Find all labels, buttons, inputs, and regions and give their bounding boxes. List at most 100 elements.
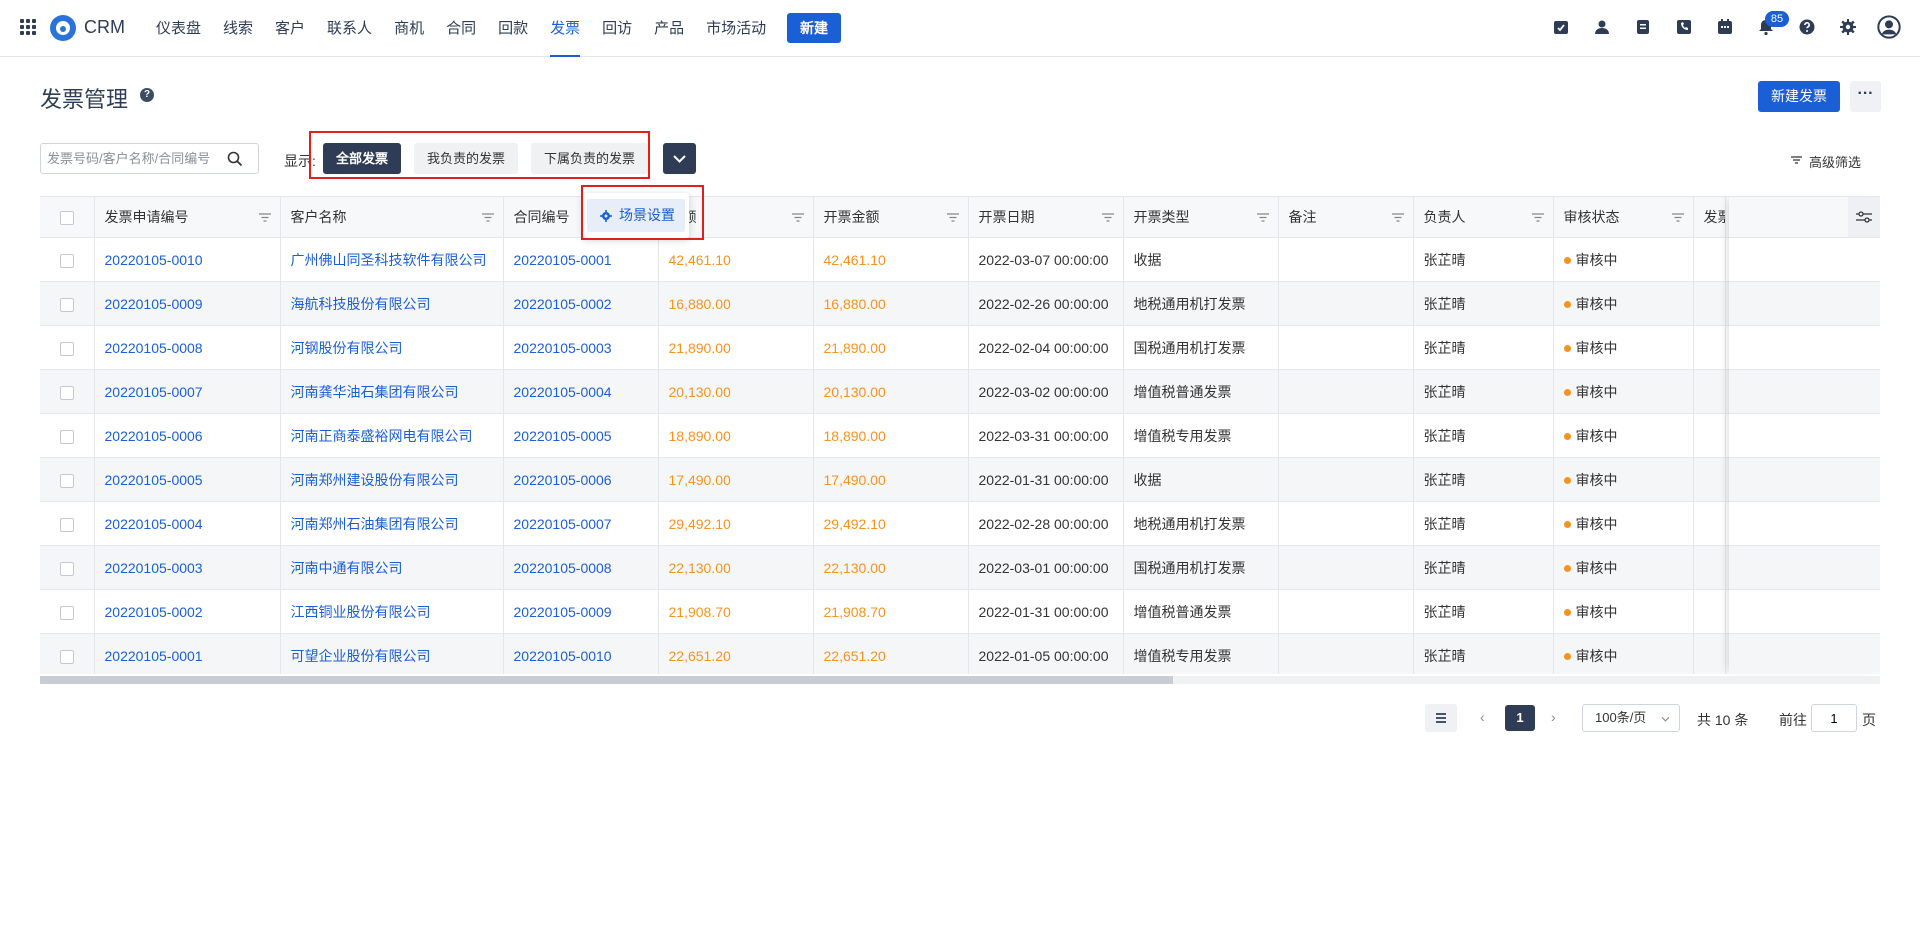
table-row[interactable]: 20220105-0004 河南郑州石油集团有限公司 20220105-0007 29…: [40, 501, 1880, 546]
cell-id[interactable]: 20220105-0002: [94, 589, 281, 634]
search-icon[interactable]: [226, 150, 244, 168]
customer-value[interactable]: 可望企业股份有限公司: [291, 648, 431, 664]
customer-value[interactable]: 河钢股份有限公司: [291, 340, 403, 356]
user-avatar-icon[interactable]: [1876, 14, 1902, 40]
nav-item-10[interactable]: 市场活动: [695, 0, 777, 57]
gear-icon[interactable]: [1835, 14, 1861, 40]
next-page-icon[interactable]: ›: [1551, 709, 1556, 725]
cell-id[interactable]: 20220105-0010: [94, 237, 281, 282]
row-checkbox[interactable]: [59, 605, 74, 620]
column-header-5[interactable]: 开票日期: [968, 196, 1124, 238]
cell-contract[interactable]: 20220105-0007: [503, 501, 659, 546]
advanced-filter-button[interactable]: 高级筛选: [1791, 152, 1861, 171]
id-value[interactable]: 20220105-0010: [105, 252, 203, 268]
cell-contract[interactable]: 20220105-0002: [503, 281, 659, 326]
cell-contract[interactable]: 20220105-0001: [503, 237, 659, 282]
nav-item-9[interactable]: 产品: [643, 0, 695, 57]
customer-value[interactable]: 河南郑州石油集团有限公司: [291, 516, 459, 532]
scene-dropdown-button[interactable]: [663, 143, 696, 174]
cell-contract[interactable]: 20220105-0006: [503, 457, 659, 502]
customer-value[interactable]: 广州佛山同圣科技软件有限公司: [291, 252, 487, 268]
column-header-0[interactable]: 发票申请编号: [94, 196, 281, 238]
nav-item-1[interactable]: 线索: [212, 0, 264, 57]
contract-value[interactable]: 20220105-0009: [514, 604, 612, 620]
column-filter-icon[interactable]: [1256, 213, 1269, 222]
cell-id[interactable]: 20220105-0003: [94, 545, 281, 590]
cell-customer[interactable]: 可望企业股份有限公司: [280, 633, 504, 674]
contract-value[interactable]: 20220105-0006: [514, 472, 612, 488]
phone-icon[interactable]: [1671, 14, 1697, 40]
help-icon[interactable]: ?: [140, 88, 154, 102]
contract-value[interactable]: 20220105-0003: [514, 340, 612, 356]
column-filter-icon[interactable]: [1531, 213, 1544, 222]
column-filter-icon[interactable]: [1671, 213, 1684, 222]
table-row[interactable]: 20220105-0006 河南正商泰盛裕网电有限公司 20220105-0005 1…: [40, 413, 1880, 458]
contract-value[interactable]: 20220105-0004: [514, 384, 612, 400]
column-header-1[interactable]: 客户名称: [280, 196, 504, 238]
nav-item-4[interactable]: 商机: [383, 0, 435, 57]
id-value[interactable]: 20220105-0005: [105, 472, 203, 488]
contract-value[interactable]: 20220105-0008: [514, 560, 612, 576]
customer-value[interactable]: 江西铜业股份有限公司: [291, 604, 431, 620]
customer-value[interactable]: 河南郑州建设股份有限公司: [291, 472, 459, 488]
table-row[interactable]: 20220105-0009 海航科技股份有限公司 20220105-0002 16,8…: [40, 281, 1880, 326]
page-size-select[interactable]: 100条/页: [1582, 704, 1680, 732]
contract-value[interactable]: 20220105-0002: [514, 296, 612, 312]
cell-id[interactable]: 20220105-0006: [94, 413, 281, 458]
row-checkbox[interactable]: [59, 297, 74, 312]
task-icon[interactable]: [1548, 14, 1574, 40]
cell-id[interactable]: 20220105-0005: [94, 457, 281, 502]
new-button[interactable]: 新建: [787, 13, 841, 43]
scrollbar-thumb[interactable]: [40, 676, 1173, 684]
scene-all-invoices[interactable]: 全部发票: [323, 143, 402, 174]
nav-item-3[interactable]: 联系人: [316, 0, 383, 57]
row-checkbox[interactable]: [59, 649, 74, 664]
nav-item-0[interactable]: 仪表盘: [145, 0, 212, 57]
cell-customer[interactable]: 河南龚华油石集团有限公司: [280, 369, 504, 414]
cell-contract[interactable]: 20220105-0004: [503, 369, 659, 414]
contract-value[interactable]: 20220105-0001: [514, 252, 612, 268]
table-row[interactable]: 20220105-0008 河钢股份有限公司 20220105-0003 21,890…: [40, 325, 1880, 370]
id-value[interactable]: 20220105-0001: [105, 648, 203, 664]
table-row[interactable]: 20220105-0002 江西铜业股份有限公司 20220105-0009 21,9…: [40, 589, 1880, 634]
cell-customer[interactable]: 河南郑州建设股份有限公司: [280, 457, 504, 502]
horizontal-scrollbar[interactable]: [40, 676, 1880, 684]
nav-item-7[interactable]: 发票: [539, 0, 591, 57]
scene-subordinate-invoices[interactable]: 下属负责的发票: [531, 143, 649, 174]
contract-value[interactable]: 20220105-0005: [514, 428, 612, 444]
id-value[interactable]: 20220105-0007: [105, 384, 203, 400]
row-checkbox[interactable]: [59, 517, 74, 532]
column-header-10[interactable]: 发票: [1693, 196, 1726, 238]
cell-contract[interactable]: 20220105-0010: [503, 633, 659, 674]
cell-contract[interactable]: 20220105-0005: [503, 413, 659, 458]
id-value[interactable]: 20220105-0006: [105, 428, 203, 444]
cell-customer[interactable]: 河南中通有限公司: [280, 545, 504, 590]
id-value[interactable]: 20220105-0009: [105, 296, 203, 312]
column-filter-icon[interactable]: [791, 213, 804, 222]
prev-page-icon[interactable]: ‹: [1480, 709, 1485, 725]
cell-customer[interactable]: 河南正商泰盛裕网电有限公司: [280, 413, 504, 458]
cell-customer[interactable]: 海航科技股份有限公司: [280, 281, 504, 326]
row-checkbox[interactable]: [59, 385, 74, 400]
nav-item-5[interactable]: 合同: [435, 0, 487, 57]
cell-id[interactable]: 20220105-0001: [94, 633, 281, 674]
calendar-icon[interactable]: [1712, 14, 1738, 40]
cell-customer[interactable]: 河南郑州石油集团有限公司: [280, 501, 504, 546]
notes-icon[interactable]: [1630, 14, 1656, 40]
table-row[interactable]: 20220105-0003 河南中通有限公司 20220105-0008 22,130…: [40, 545, 1880, 590]
column-header-8[interactable]: 负责人: [1413, 196, 1554, 238]
customer-value[interactable]: 河南中通有限公司: [291, 560, 403, 576]
customer-value[interactable]: 河南龚华油石集团有限公司: [291, 384, 459, 400]
app-grid-icon[interactable]: [20, 19, 36, 35]
row-checkbox[interactable]: [59, 561, 74, 576]
column-header-7[interactable]: 备注: [1278, 196, 1414, 238]
column-filter-icon[interactable]: [1101, 213, 1114, 222]
list-view-button[interactable]: [1425, 704, 1457, 732]
goto-page-input[interactable]: [1811, 704, 1857, 732]
id-value[interactable]: 20220105-0002: [105, 604, 203, 620]
column-settings-button[interactable]: [1848, 197, 1880, 237]
bell-icon[interactable]: 85: [1753, 11, 1789, 40]
row-checkbox[interactable]: [59, 429, 74, 444]
cell-customer[interactable]: 河钢股份有限公司: [280, 325, 504, 370]
table-row[interactable]: 20220105-0007 河南龚华油石集团有限公司 20220105-0004 20…: [40, 369, 1880, 414]
